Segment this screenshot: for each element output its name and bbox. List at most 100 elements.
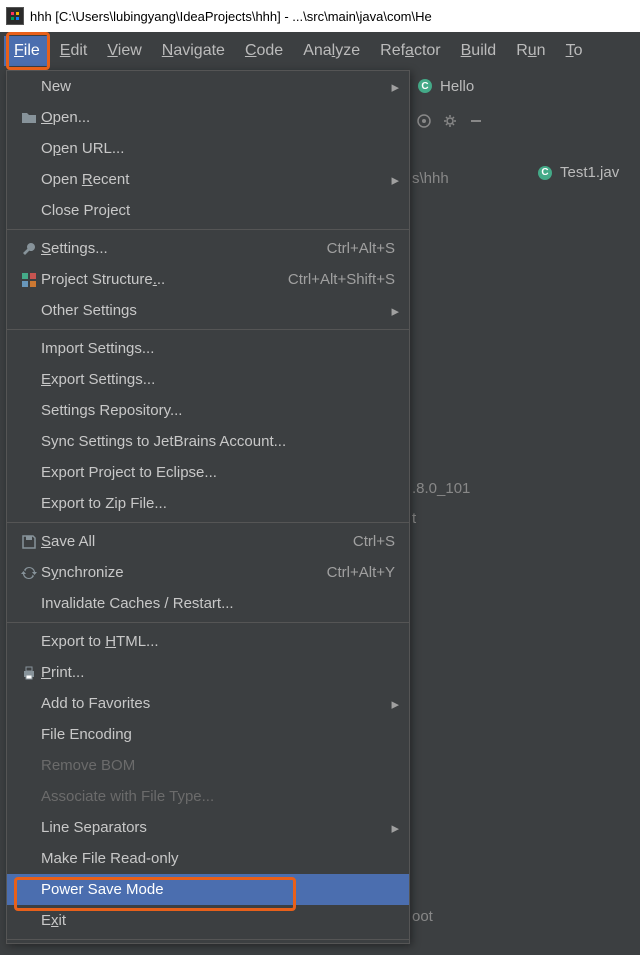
menu-item-label: Remove BOM	[41, 757, 395, 774]
menu-item-label: Open Recent	[41, 171, 395, 188]
bg-jdk-fragment: .8.0_101	[412, 480, 470, 497]
menu-item-new[interactable]: New▸	[7, 71, 409, 102]
submenu-arrow-icon: ▸	[391, 302, 399, 320]
menu-item-save-all[interactable]: Save AllCtrl+S	[7, 526, 409, 557]
app-icon	[6, 7, 24, 25]
separator	[7, 329, 409, 330]
menu-item-label: Print...	[41, 664, 395, 681]
menu-item-export-project-to-eclipse[interactable]: Export Project to Eclipse...	[7, 457, 409, 488]
wrench-icon	[17, 241, 41, 257]
menu-item-label: New	[41, 78, 395, 95]
menu-item-label: Line Separators	[41, 819, 395, 836]
menu-item-line-separators[interactable]: Line Separators▸	[7, 812, 409, 843]
menu-item-associate-with-file-type: Associate with File Type...	[7, 781, 409, 812]
menu-file[interactable]: File	[4, 36, 50, 66]
menu-item-label: Settings...	[41, 240, 327, 257]
save-icon	[17, 534, 41, 550]
menu-item-label: Associate with File Type...	[41, 788, 395, 805]
menu-item-label: Export to HTML...	[41, 633, 395, 650]
menu-item-label: Open...	[41, 109, 395, 126]
menu-bar: FileEditViewNavigateCodeAnalyzeRefactorB…	[0, 32, 640, 70]
menu-item-label: Settings Repository...	[41, 402, 395, 419]
menu-to[interactable]: To	[556, 36, 593, 66]
project-toolbar	[410, 102, 640, 140]
menu-item-label: Add to Favorites	[41, 695, 395, 712]
minimize-icon[interactable]	[468, 113, 484, 129]
menu-navigate[interactable]: Navigate	[152, 36, 235, 66]
menu-item-open-recent[interactable]: Open Recent▸	[7, 164, 409, 195]
menu-item-label: Other Settings	[41, 302, 395, 319]
menu-code[interactable]: Code	[235, 36, 293, 66]
shortcut: Ctrl+S	[353, 533, 395, 550]
title-bar: hhh [C:\Users\lubingyang\IdeaProjects\hh…	[0, 0, 640, 32]
menu-item-label: Exit	[41, 912, 395, 929]
menu-item-export-to-html[interactable]: Export to HTML...	[7, 626, 409, 657]
shortcut: Ctrl+Alt+Shift+S	[288, 271, 395, 288]
title-text: hhh [C:\Users\lubingyang\IdeaProjects\hh…	[30, 9, 432, 24]
menu-item-add-to-favorites[interactable]: Add to Favorites▸	[7, 688, 409, 719]
menu-item-label: Synchronize	[41, 564, 327, 581]
menu-item-project-structure[interactable]: Project Structure...Ctrl+Alt+Shift+S	[7, 264, 409, 295]
menu-item-label: File Encoding	[41, 726, 395, 743]
submenu-arrow-icon: ▸	[391, 171, 399, 189]
menu-item-print[interactable]: Print...	[7, 657, 409, 688]
submenu-arrow-icon: ▸	[391, 695, 399, 713]
menu-item-export-to-zip-file[interactable]: Export to Zip File...	[7, 488, 409, 519]
menu-item-make-file-read-only[interactable]: Make File Read-only	[7, 843, 409, 874]
menu-view[interactable]: View	[97, 36, 151, 66]
menu-edit[interactable]: Edit	[50, 36, 98, 66]
separator	[7, 229, 409, 230]
menu-item-label: Invalidate Caches / Restart...	[41, 595, 395, 612]
structure-icon	[17, 272, 41, 288]
menu-item-label: Project Structure...	[41, 271, 288, 288]
menu-item-close-project[interactable]: Close Project	[7, 195, 409, 226]
menu-item-label: Save All	[41, 533, 353, 550]
menu-item-label: Open URL...	[41, 140, 395, 157]
menu-item-power-save-mode[interactable]: Power Save Mode	[7, 874, 409, 905]
folder-icon	[17, 110, 41, 126]
shortcut: Ctrl+Alt+S	[327, 240, 395, 257]
menu-item-sync-settings-to-jetbrains-account[interactable]: Sync Settings to JetBrains Account...	[7, 426, 409, 457]
bg-fragment-oot: oot	[412, 908, 433, 925]
menu-item-export-settings[interactable]: Export Settings...	[7, 364, 409, 395]
menu-item-invalidate-caches-restart[interactable]: Invalidate Caches / Restart...	[7, 588, 409, 619]
menu-item-label: Sync Settings to JetBrains Account...	[41, 433, 395, 450]
class-icon: C	[538, 166, 552, 180]
menu-build[interactable]: Build	[451, 36, 507, 66]
menu-item-label: Close Project	[41, 202, 395, 219]
menu-item-file-encoding[interactable]: File Encoding	[7, 719, 409, 750]
print-icon	[17, 665, 41, 681]
menu-analyze[interactable]: Analyze	[293, 36, 370, 66]
submenu-arrow-icon: ▸	[391, 78, 399, 96]
menu-item-import-settings[interactable]: Import Settings...	[7, 333, 409, 364]
bg-path-fragment: s\hhh	[412, 170, 449, 187]
menu-item-synchronize[interactable]: SynchronizeCtrl+Alt+Y	[7, 557, 409, 588]
menu-item-label: Export to Zip File...	[41, 495, 395, 512]
tab-hello[interactable]: Hello	[440, 78, 474, 95]
target-icon[interactable]	[416, 113, 432, 129]
menu-item-label: Export Settings...	[41, 371, 395, 388]
separator	[7, 622, 409, 623]
submenu-arrow-icon: ▸	[391, 819, 399, 837]
menu-item-settings-repository[interactable]: Settings Repository...	[7, 395, 409, 426]
file-menu-dropdown: New▸Open...Open URL...Open Recent▸Close …	[6, 70, 410, 944]
gear-icon[interactable]	[442, 113, 458, 129]
menu-item-label: Import Settings...	[41, 340, 395, 357]
bg-fragment: t	[412, 510, 416, 527]
menu-item-open-url[interactable]: Open URL...	[7, 133, 409, 164]
tab-test1[interactable]: Test1.jav	[560, 164, 619, 181]
sync-icon	[17, 565, 41, 581]
menu-item-label: Make File Read-only	[41, 850, 395, 867]
class-icon: C	[418, 79, 432, 93]
menu-item-exit[interactable]: Exit	[7, 905, 409, 936]
menu-item-open[interactable]: Open...	[7, 102, 409, 133]
editor-area: C Hello C Test1.jav	[410, 70, 640, 955]
separator	[7, 522, 409, 523]
menu-refactor[interactable]: Refactor	[370, 36, 450, 66]
menu-item-settings[interactable]: Settings...Ctrl+Alt+S	[7, 233, 409, 264]
separator	[7, 939, 409, 940]
menu-item-label: Power Save Mode	[41, 881, 395, 898]
menu-item-other-settings[interactable]: Other Settings▸	[7, 295, 409, 326]
menu-item-label: Export Project to Eclipse...	[41, 464, 395, 481]
menu-run[interactable]: Run	[506, 36, 555, 66]
